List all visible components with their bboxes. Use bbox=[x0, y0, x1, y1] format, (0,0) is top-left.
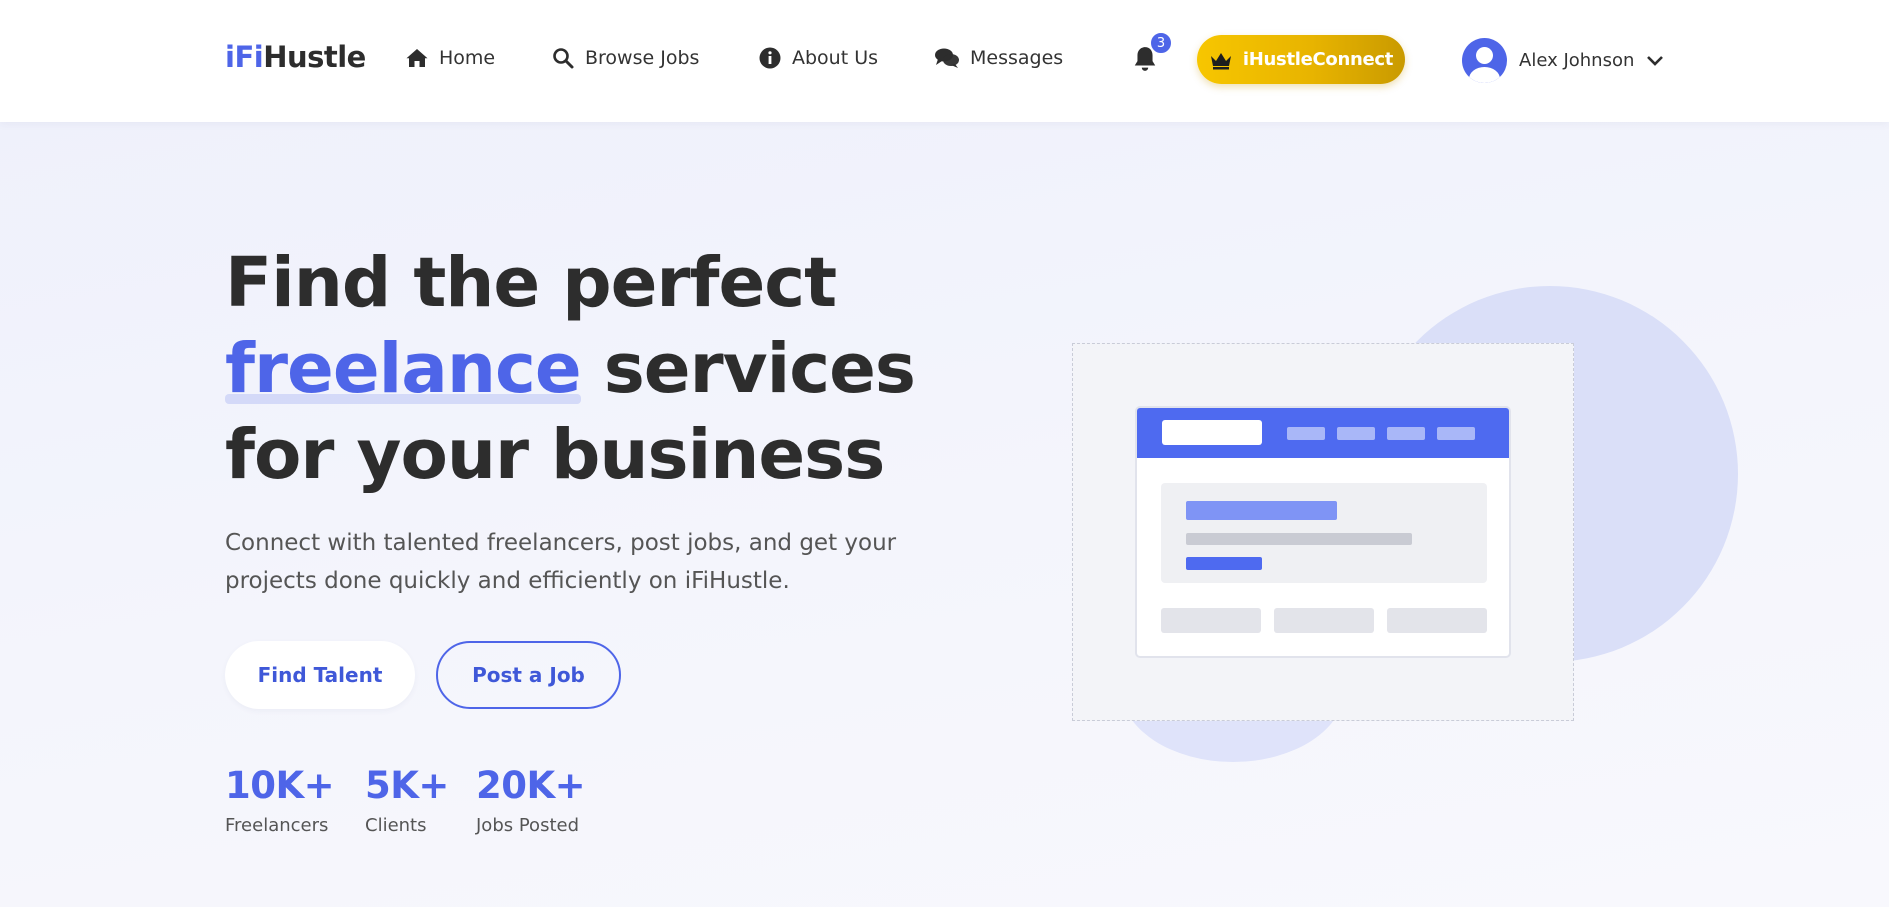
info-icon bbox=[759, 47, 781, 69]
nav-about-us[interactable]: About Us bbox=[758, 44, 878, 72]
mockup-search-box bbox=[1162, 420, 1262, 445]
mockup-nav-link bbox=[1387, 427, 1425, 440]
mockup-card-button bbox=[1186, 557, 1262, 570]
chevron-down-icon bbox=[1646, 51, 1664, 70]
nav-about-us-label: About Us bbox=[792, 47, 879, 69]
hero-subtitle: Connect with talented freelancers, post … bbox=[225, 530, 897, 594]
stat-jobs-posted: 20K+ Jobs Posted bbox=[476, 764, 586, 836]
stat-value: 10K+ bbox=[225, 764, 335, 807]
hero-title-line1: Find the perfect bbox=[225, 243, 837, 323]
home-icon bbox=[406, 49, 428, 67]
crown-icon bbox=[1210, 52, 1231, 69]
mockup-footer-block bbox=[1274, 608, 1374, 633]
stat-value: 20K+ bbox=[476, 764, 586, 807]
logo-suffix: Hustle bbox=[263, 40, 366, 74]
avatar bbox=[1462, 37, 1507, 83]
stat-label: Freelancers bbox=[225, 815, 329, 836]
mockup-nav-link bbox=[1337, 427, 1375, 440]
stat-freelancers: 10K+ Freelancers bbox=[225, 764, 335, 836]
post-a-job-button[interactable]: Post a Job bbox=[436, 641, 621, 709]
hero-title: Find the perfect freelance services for … bbox=[225, 240, 925, 498]
ihustleconnect-button[interactable]: iHustleConnect bbox=[1197, 35, 1405, 84]
nav-home-label: Home bbox=[439, 47, 496, 69]
hero-title-line2: services bbox=[580, 329, 916, 409]
nav-messages[interactable]: Messages bbox=[934, 44, 1063, 72]
nav-messages-label: Messages bbox=[970, 47, 1064, 69]
search-icon bbox=[553, 48, 574, 69]
mockup-nav-link bbox=[1287, 427, 1325, 440]
nav-browse-jobs-label: Browse Jobs bbox=[585, 47, 700, 69]
site-header: iFiHustle Home Browse Jobs About Us Mess… bbox=[0, 0, 1889, 122]
notification-badge: 3 bbox=[1149, 31, 1173, 55]
nav-browse-jobs[interactable]: Browse Jobs bbox=[551, 44, 699, 72]
stat-label: Clients bbox=[365, 815, 427, 836]
mockup-navbar bbox=[1137, 408, 1509, 458]
logo-prefix: iFi bbox=[225, 40, 264, 74]
mockup-footer-block bbox=[1161, 608, 1261, 633]
user-menu[interactable]: Alex Johnson bbox=[1462, 37, 1664, 83]
find-talent-button[interactable]: Find Talent bbox=[225, 641, 415, 709]
chat-icon bbox=[935, 48, 959, 68]
hero-illustration-browser-mockup bbox=[1135, 406, 1511, 658]
logo[interactable]: iFiHustle bbox=[225, 40, 366, 74]
hero-title-highlight: freelance bbox=[225, 326, 582, 412]
stat-clients: 5K+ Clients bbox=[365, 764, 449, 836]
stat-value: 5K+ bbox=[365, 764, 449, 807]
stat-label: Jobs Posted bbox=[476, 815, 580, 836]
mockup-nav-link bbox=[1437, 427, 1475, 440]
nav-home[interactable]: Home bbox=[405, 44, 495, 72]
user-name: Alex Johnson bbox=[1519, 49, 1635, 71]
mockup-card-text bbox=[1186, 533, 1412, 545]
mockup-footer-block bbox=[1387, 608, 1487, 633]
mockup-card bbox=[1161, 483, 1487, 583]
hero-title-line3: for your business bbox=[225, 415, 885, 495]
ihustleconnect-label: iHustleConnect bbox=[1242, 49, 1394, 70]
mockup-card-title bbox=[1186, 501, 1337, 520]
